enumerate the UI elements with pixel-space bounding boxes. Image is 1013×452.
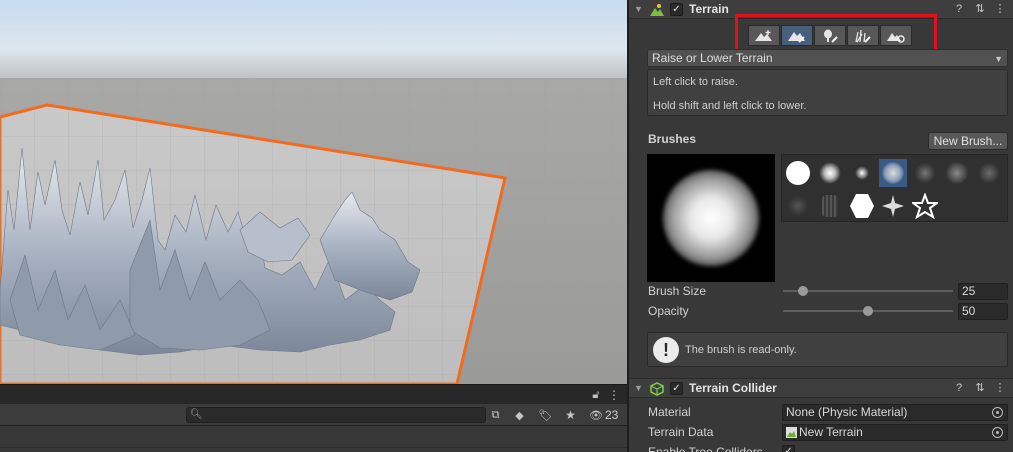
scene-render[interactable] (0, 0, 627, 384)
terrain-mode-dropdown[interactable]: Raise or Lower Terrain ▼ (647, 49, 1008, 67)
terrain-asset-icon (786, 427, 797, 442)
brush-hard-circle[interactable] (784, 159, 812, 187)
hierarchy-list (0, 426, 627, 452)
material-label: Material (648, 405, 691, 419)
object-picker-icon[interactable] (992, 427, 1003, 438)
brush-small-soft[interactable] (848, 159, 876, 187)
new-brush-button[interactable]: New Brush... (928, 132, 1008, 150)
brush-grid (781, 154, 1008, 222)
brushes-label: Brushes (648, 132, 697, 146)
brush-noise-3[interactable] (975, 159, 1003, 187)
brush-star-soft[interactable] (879, 192, 907, 220)
search-input[interactable]: 🔍︎ (186, 407, 486, 423)
brush-size-label: Brush Size (648, 284, 707, 298)
brush-size-slider-thumb[interactable] (798, 286, 809, 296)
terrain-enabled-checkbox[interactable]: ✓ (670, 3, 683, 16)
hidden-visibility-icon[interactable]: 👁︎ (588, 407, 604, 423)
enable-tree-colliders-label: Enable Tree Colliders (648, 445, 763, 452)
brush-streaks[interactable] (816, 192, 844, 220)
help-line-lower: Hold shift and left click to lower. (653, 100, 807, 112)
readonly-info-box: ! The brush is read-only. (647, 332, 1008, 367)
brush-size-slider[interactable] (783, 290, 953, 292)
opacity-label: Opacity (648, 304, 689, 318)
material-field[interactable]: None (Physic Material) (782, 404, 1008, 421)
more-options-icon[interactable]: ⋮ (993, 381, 1007, 396)
type-filter-icon[interactable]: ◆ (512, 407, 527, 423)
terrain-collider-header[interactable]: ▼ ✓ Terrain Collider ? ⇅ ⋮ (629, 378, 1013, 398)
material-value: None (Physic Material) (786, 405, 908, 419)
fold-arrow-icon[interactable]: ▼ (634, 2, 643, 16)
hidden-count: 23 (605, 408, 619, 422)
brush-swirl[interactable] (784, 192, 812, 220)
bottom-tab-bar: 🔓︎ ⋮ (0, 384, 627, 404)
terrain-mode-value: Raise or Lower Terrain (652, 51, 773, 65)
hierarchy-toolbar: 🔍︎ ⧉ ◆ 🏷︎ ★ 👁︎ 23 (0, 404, 627, 426)
presets-icon[interactable]: ⇅ (973, 2, 987, 17)
terrain-component-icon (650, 3, 664, 17)
more-options-icon[interactable]: ⋮ (608, 387, 620, 403)
terrain-data-label: Terrain Data (648, 425, 714, 439)
opacity-slider-thumb[interactable] (863, 306, 873, 316)
brush-preview (647, 154, 775, 282)
inspector-panel: ▼ ✓ Terrain ? ⇅ ⋮ Raise or Lower Terrain… (629, 0, 1013, 452)
brush-size-field[interactable]: 25 (958, 283, 1008, 300)
search-icon: 🔍︎ (190, 409, 203, 420)
more-options-icon[interactable]: ⋮ (993, 2, 1007, 17)
scene-filter-icon[interactable]: ⧉ (488, 407, 503, 423)
terrain-data-field[interactable]: New Terrain (782, 424, 1008, 441)
help-line-raise: Left click to raise. (653, 76, 738, 88)
readonly-message: The brush is read-only. (685, 344, 797, 356)
brush-cloud[interactable] (879, 159, 907, 187)
presets-icon[interactable]: ⇅ (973, 381, 987, 396)
enable-tree-colliders-checkbox[interactable]: ✓ (782, 445, 795, 452)
unity-editor: 🔓︎ ⋮ 🔍︎ ⧉ ◆ 🏷︎ ★ 👁︎ 23 ▼ ✓ Terrain ? ⇅ ⋮ (0, 0, 1013, 452)
terrain-title: Terrain (689, 2, 729, 16)
scene-view[interactable] (0, 0, 627, 384)
collider-component-icon (650, 382, 664, 396)
info-icon: ! (653, 337, 679, 363)
brush-noise-2[interactable] (943, 159, 971, 187)
terrain-data-value: New Terrain (799, 425, 863, 439)
collider-title: Terrain Collider (689, 381, 777, 395)
collider-enabled-checkbox[interactable]: ✓ (670, 382, 683, 395)
fold-arrow-icon[interactable]: ▼ (634, 381, 643, 395)
brush-noise-1[interactable] (911, 159, 939, 187)
list-row[interactable] (0, 426, 627, 448)
tool-help-box: Left click to raise. Hold shift and left… (647, 69, 1008, 116)
help-icon[interactable]: ? (952, 381, 966, 396)
brush-soft-circle[interactable] (816, 159, 844, 187)
object-picker-icon[interactable] (992, 407, 1003, 418)
chevron-down-icon: ▼ (994, 54, 1003, 64)
lock-icon[interactable]: 🔓︎ (589, 387, 603, 403)
label-filter-icon[interactable]: 🏷︎ (538, 407, 553, 423)
brush-hexagon[interactable] (848, 192, 876, 220)
brush-star-outline[interactable] (911, 192, 939, 220)
favorites-icon[interactable]: ★ (563, 407, 578, 423)
opacity-field[interactable]: 50 (958, 303, 1008, 320)
help-icon[interactable]: ? (952, 2, 966, 17)
